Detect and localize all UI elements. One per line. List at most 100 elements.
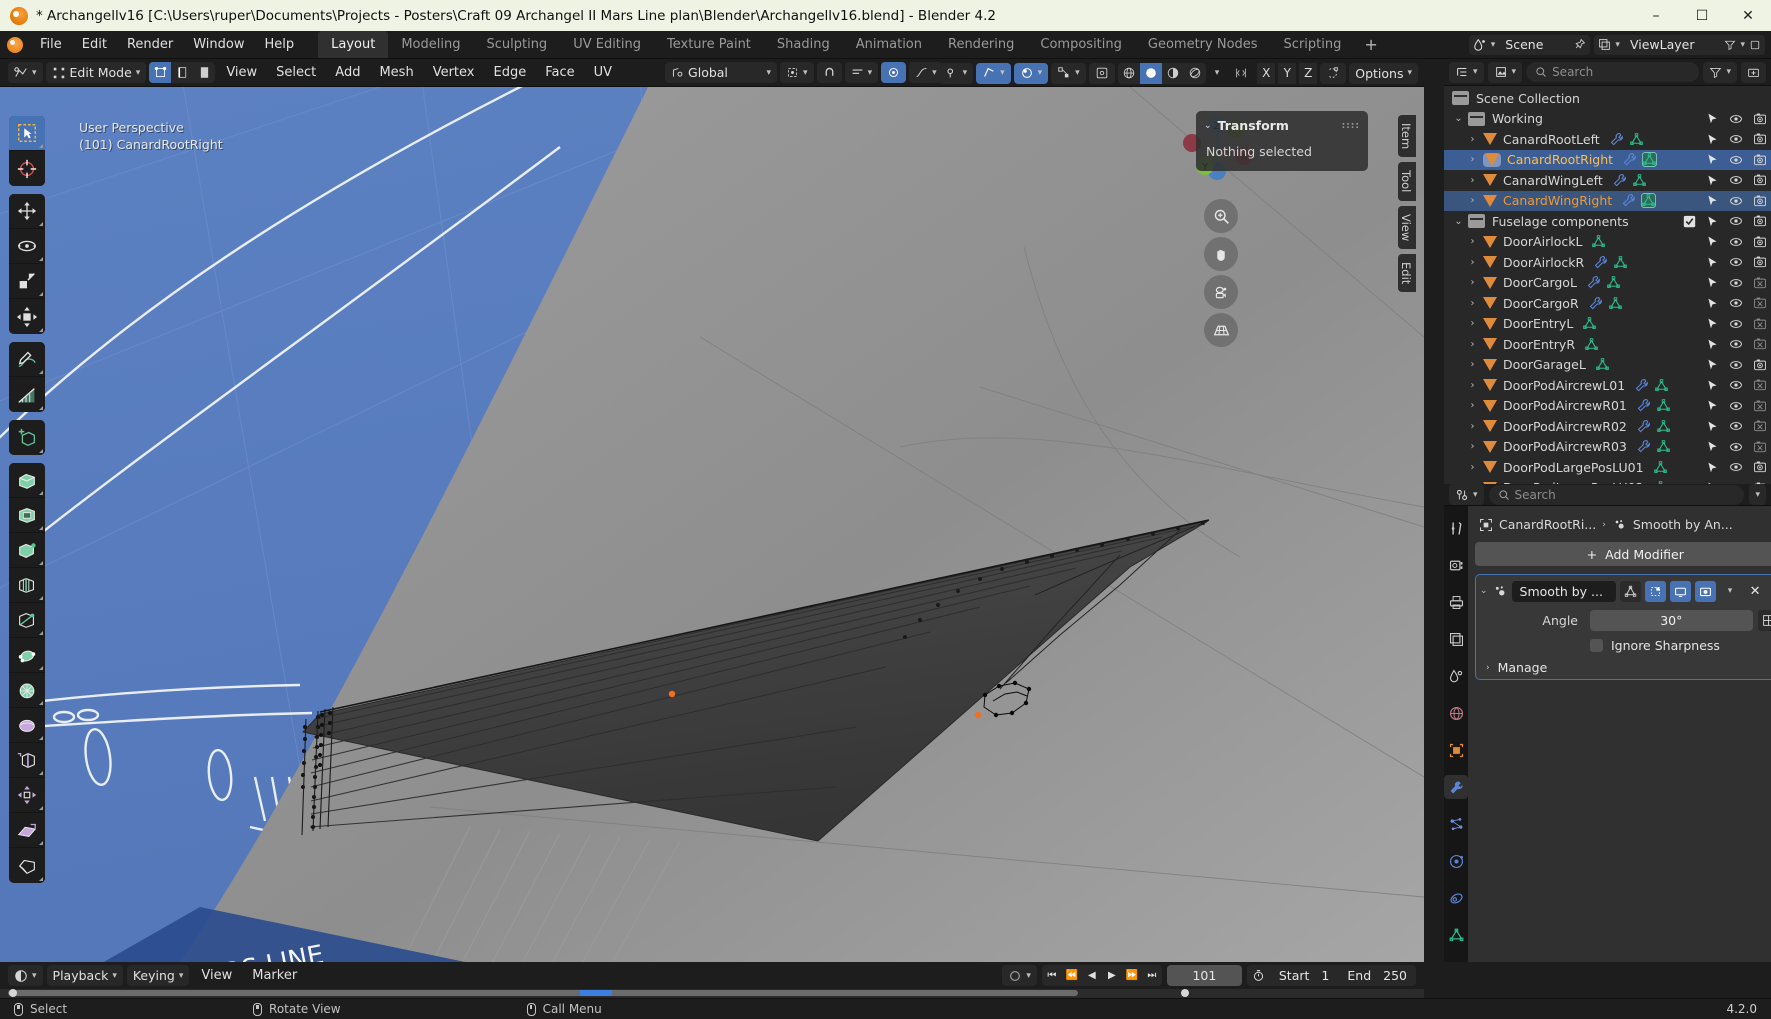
selectable-toggle-icon[interactable] (1706, 194, 1719, 207)
jump-to-next-keyframe-button[interactable]: ⏩ (1122, 965, 1142, 986)
modifier-manage-row[interactable]: › Manage (1480, 660, 1771, 675)
hide-in-viewport-toggle-icon[interactable] (1729, 296, 1743, 310)
tab-modifier-properties[interactable] (1444, 775, 1468, 799)
viewlayer-selector[interactable]: ▾ ViewLayer ▾ (1594, 34, 1765, 55)
selectable-toggle-icon[interactable] (1706, 399, 1719, 412)
close-button[interactable]: ✕ (1725, 0, 1771, 31)
angle-value-field[interactable]: 30° (1590, 610, 1753, 631)
play-reverse-button[interactable]: ◀ (1082, 965, 1102, 986)
outliner-row-canardwingleft[interactable]: › CanardWingLeft (1444, 170, 1771, 191)
chevron-right-icon[interactable]: › (1466, 339, 1479, 350)
hide-in-viewport-toggle-icon[interactable] (1729, 378, 1743, 392)
viewport-overlays-toggle[interactable]: ▾ (976, 62, 1011, 84)
selectable-toggle-icon[interactable] (1706, 174, 1719, 187)
viewport-menu-mesh[interactable]: Mesh (371, 65, 421, 80)
selectable-toggle-icon[interactable] (1706, 153, 1719, 166)
mesh-data-icon[interactable] (1591, 234, 1606, 249)
tab-physics-properties[interactable] (1444, 849, 1468, 873)
tab-scripting[interactable]: Scripting (1271, 31, 1355, 58)
selectable-toggle-icon[interactable] (1706, 235, 1719, 248)
mirror-axis-x[interactable]: X (1257, 62, 1276, 84)
snap-magnet-toggle[interactable] (816, 62, 842, 83)
hide-in-viewport-toggle-icon[interactable] (1729, 194, 1743, 208)
outliner-row-doorcargor[interactable]: › DoorCargoR (1444, 293, 1771, 314)
mesh-data-icon[interactable] (1584, 337, 1599, 352)
outliner-row-doorgaragel[interactable]: › DoorGarageL (1444, 355, 1771, 376)
properties-search-input[interactable]: Search (1488, 484, 1745, 505)
outliner-row-doorpodaircrewl01[interactable]: › DoorPodAircrewL01 (1444, 375, 1771, 396)
mesh-data-icon[interactable] (1632, 173, 1647, 188)
sidebar-tab-tool[interactable]: Tool (1398, 162, 1416, 201)
disable-in-renders-toggle-icon[interactable] (1753, 153, 1767, 167)
panel-drag-grip[interactable]: :::: (1342, 121, 1360, 131)
chevron-right-icon[interactable]: › (1466, 134, 1479, 145)
selectable-toggle-icon[interactable] (1706, 112, 1719, 125)
viewport-menu-vertex[interactable]: Vertex (425, 65, 483, 80)
play-button[interactable]: ▶ (1102, 965, 1122, 986)
outliner-row-canardrootleft[interactable]: › CanardRootLeft (1444, 129, 1771, 150)
tab-render-properties[interactable] (1444, 553, 1468, 577)
selectable-toggle-icon[interactable] (1706, 276, 1719, 289)
disable-in-renders-toggle-icon[interactable] (1753, 173, 1767, 187)
timeline-editor-type-button[interactable]: ▾ (8, 965, 43, 986)
chevron-right-icon[interactable]: › (1466, 380, 1479, 391)
tab-modeling[interactable]: Modeling (388, 31, 473, 58)
hide-in-viewport-toggle-icon[interactable] (1729, 337, 1743, 351)
chevron-right-icon[interactable]: › (1466, 277, 1479, 288)
chevron-right-icon[interactable]: › (1466, 195, 1479, 206)
mesh-data-icon[interactable] (1606, 275, 1621, 290)
shading-dropdown[interactable]: ▾ (1209, 63, 1226, 84)
sidebar-tab-edit[interactable]: Edit (1398, 253, 1416, 293)
jump-to-prev-keyframe-button[interactable]: ⏪ (1062, 965, 1082, 986)
mesh-data-icon[interactable] (1642, 152, 1658, 168)
hide-in-viewport-toggle-icon[interactable] (1729, 214, 1743, 228)
modifier-wrench-icon[interactable] (1636, 419, 1651, 434)
modifier-wrench-icon[interactable] (1636, 439, 1651, 454)
viewport-menu-add[interactable]: Add (327, 65, 368, 80)
menu-render[interactable]: Render (117, 31, 183, 58)
chevron-right-icon[interactable]: › (1466, 359, 1479, 370)
chevron-down-icon[interactable]: ⌄ (1452, 216, 1465, 227)
tool-shear[interactable] (9, 813, 45, 848)
tab-tool-properties[interactable] (1444, 516, 1468, 540)
edge-select-mode-button[interactable] (171, 62, 193, 83)
pivot-point-selector[interactable]: ▾ (780, 62, 814, 83)
tab-scene-properties[interactable] (1444, 664, 1468, 688)
use-preview-range-icon[interactable] (1247, 969, 1270, 982)
tool-move[interactable] (9, 194, 45, 229)
tool-annotate[interactable] (9, 342, 45, 377)
mesh-data-icon[interactable] (1656, 398, 1671, 413)
mirror-axis-z[interactable]: Z (1299, 62, 1318, 84)
tool-inset-faces[interactable] (9, 498, 45, 533)
timeline-menu-marker[interactable]: Marker (244, 968, 305, 983)
shading-wire-mode[interactable] (1118, 63, 1140, 84)
disable-in-renders-toggle-icon[interactable] (1753, 337, 1767, 351)
chevron-right-icon[interactable]: › (1466, 421, 1479, 432)
viewport-menu-face[interactable]: Face (537, 65, 582, 80)
outliner-row-working[interactable]: ⌄ Working (1444, 109, 1771, 130)
chevron-right-icon[interactable]: › (1466, 257, 1479, 268)
hide-in-viewport-toggle-icon[interactable] (1729, 399, 1743, 413)
mirror-axis-y[interactable]: Y (1278, 62, 1297, 84)
tool-edge-slide[interactable] (9, 743, 45, 778)
tab-layout[interactable]: Layout (318, 31, 389, 58)
menu-edit[interactable]: Edit (72, 31, 117, 58)
disable-in-renders-toggle-icon[interactable] (1753, 460, 1767, 474)
mirror-x-icon[interactable] (1228, 63, 1254, 84)
hide-in-viewport-toggle-icon[interactable] (1729, 440, 1743, 454)
selectable-toggle-icon[interactable] (1706, 256, 1719, 269)
menu-file[interactable]: File (30, 31, 72, 58)
tool-spin[interactable] (9, 673, 45, 708)
viewport-menu-uv[interactable]: UV (586, 65, 620, 80)
jump-to-end-button[interactable]: ⏭ (1142, 965, 1162, 986)
tab-object-data-properties[interactable] (1444, 923, 1468, 947)
disable-in-renders-toggle-icon[interactable] (1753, 296, 1767, 310)
modifier-edit-mode-toggle[interactable] (1644, 580, 1666, 602)
outliner-row-doorpodaircrewr01[interactable]: › DoorPodAircrewR01 (1444, 396, 1771, 417)
disable-in-renders-toggle-icon[interactable] (1753, 235, 1767, 249)
outliner-filter-button[interactable]: ▾ (1703, 61, 1737, 83)
disable-in-renders-toggle-icon[interactable] (1753, 276, 1767, 290)
mesh-data-icon[interactable] (1656, 419, 1671, 434)
tool-scale[interactable] (9, 264, 45, 299)
disable-in-renders-toggle-icon[interactable] (1753, 419, 1767, 433)
